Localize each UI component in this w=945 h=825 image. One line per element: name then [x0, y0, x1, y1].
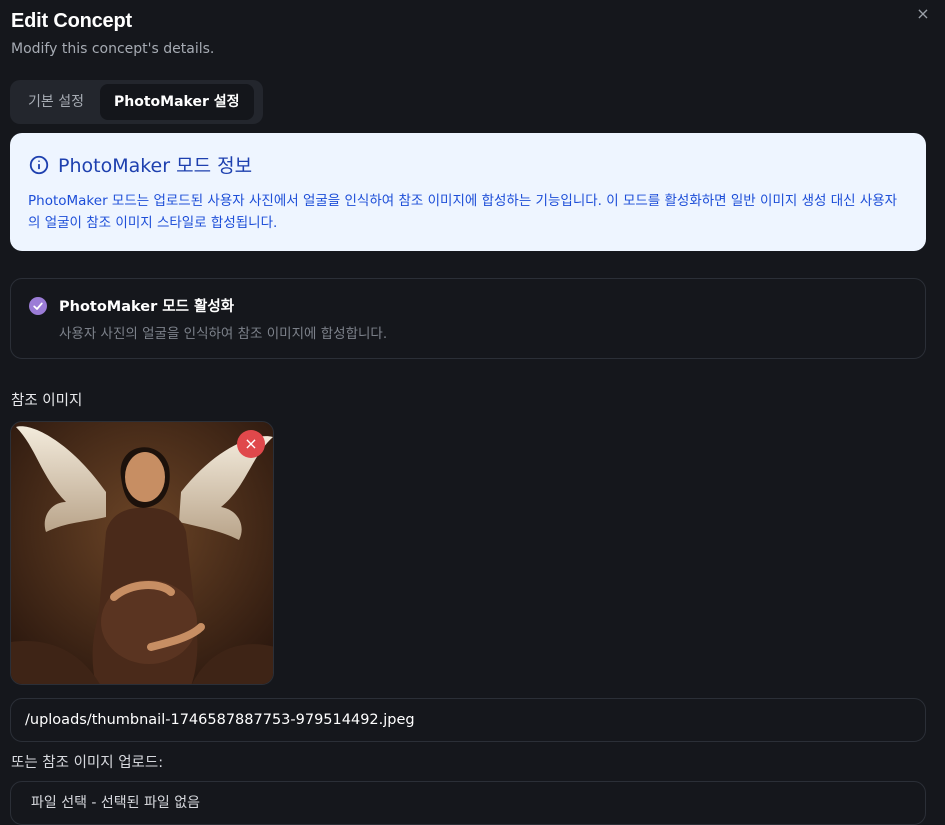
file-upload-input[interactable]: 파일 선택 - 선택된 파일 없음 [10, 781, 926, 825]
upload-label: 또는 참조 이미지 업로드: [11, 755, 164, 771]
reference-path-input[interactable] [10, 698, 926, 742]
reference-image-illustration [11, 422, 273, 684]
reference-image-label: 참조 이미지 [11, 393, 83, 409]
settings-tabs: 기본 설정 PhotoMaker 설정 [10, 80, 263, 124]
dialog-title: Edit Concept [11, 10, 132, 32]
close-icon[interactable]: × [913, 4, 933, 24]
info-circle-icon [29, 155, 49, 174]
info-title: PhotoMaker 모드 정보 [58, 155, 253, 177]
check-icon [33, 302, 43, 310]
tab-photomaker-settings[interactable]: PhotoMaker 설정 [99, 84, 254, 120]
reference-image [10, 421, 274, 685]
toggle-description: 사용자 사진의 얼굴을 인식하여 참조 이미지에 합성합니다. [59, 326, 388, 342]
photomaker-toggle-card[interactable]: PhotoMaker 모드 활성화 사용자 사진의 얼굴을 인식하여 참조 이미… [10, 278, 926, 359]
photomaker-checkbox[interactable] [29, 297, 47, 315]
toggle-title: PhotoMaker 모드 활성화 [59, 299, 235, 315]
photomaker-info-box: PhotoMaker 모드 정보 PhotoMaker 모드는 업로드된 사용자… [10, 133, 926, 251]
tab-basic-settings[interactable]: 기본 설정 [14, 84, 98, 120]
dialog-subtitle: Modify this concept's details. [11, 41, 215, 57]
file-status-text: 파일 선택 - 선택된 파일 없음 [31, 795, 200, 811]
remove-image-button[interactable]: × [237, 430, 265, 458]
info-description: PhotoMaker 모드는 업로드된 사용자 사진에서 얼굴을 인식하여 참조… [28, 193, 898, 231]
